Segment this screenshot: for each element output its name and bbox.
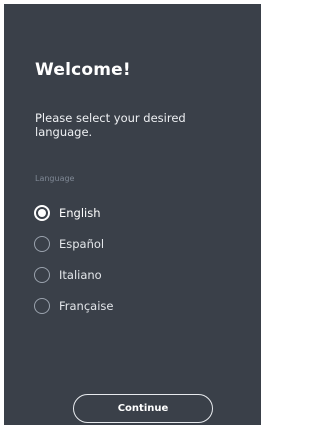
- language-section-label: Language: [35, 174, 75, 183]
- radio-selected-icon: [34, 204, 50, 221]
- language-option-label: English: [59, 205, 101, 220]
- language-option-label: Español: [59, 236, 105, 251]
- language-select-panel: Welcome! Please select your desired lang…: [4, 4, 261, 425]
- radio-unselected-icon: [34, 266, 50, 283]
- language-option-english[interactable]: English: [34, 197, 234, 228]
- language-radio-group: English Español Italiano Française: [34, 197, 234, 321]
- page-title: Welcome!: [35, 60, 131, 80]
- page-subtitle: Please select your desired language.: [35, 111, 186, 139]
- continue-button[interactable]: Continue: [73, 394, 213, 423]
- language-option-label: Française: [59, 298, 114, 313]
- language-option-espanol[interactable]: Español: [34, 228, 234, 259]
- radio-unselected-icon: [34, 297, 50, 314]
- radio-unselected-icon: [34, 235, 50, 252]
- language-option-francaise[interactable]: Française: [34, 290, 234, 321]
- language-option-italiano[interactable]: Italiano: [34, 259, 234, 290]
- language-option-label: Italiano: [59, 267, 102, 282]
